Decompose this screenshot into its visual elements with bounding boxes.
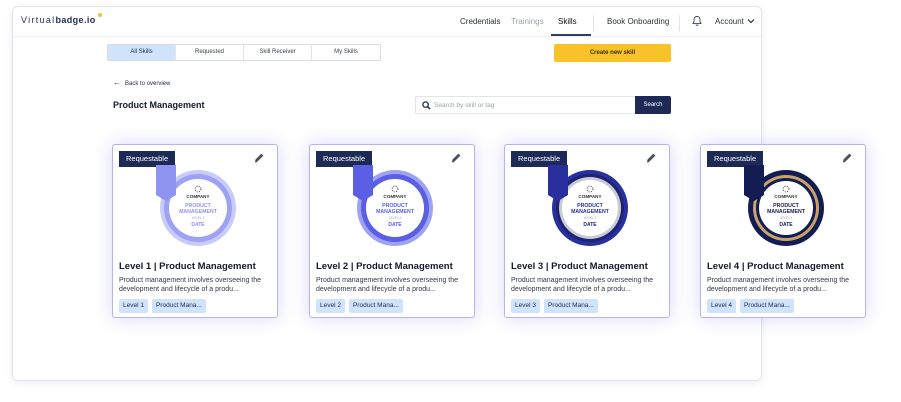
- badge-line-2: MANAGEMENT: [376, 209, 415, 215]
- account-label: Account: [715, 17, 744, 26]
- pencil-icon[interactable]: [253, 152, 265, 164]
- skill-card[interactable]: Requestable COMPANY PRODUCT MANAGEMENT L…: [309, 144, 475, 318]
- page-title: Product Management: [113, 100, 205, 110]
- tab-requested[interactable]: Requested: [176, 45, 244, 60]
- card-title: Level 3 | Product Management: [511, 261, 648, 272]
- badge-line-2: MANAGEMENT: [571, 209, 610, 215]
- arrow-left-icon: ←: [113, 78, 121, 87]
- logo-text-light: Virtual: [21, 15, 56, 25]
- skill-card[interactable]: Requestable COMPANY PRODUCT MANAGEMENT L…: [112, 144, 278, 318]
- nav-skills[interactable]: Skills: [558, 17, 577, 26]
- badge-level: LEVEL 1: [192, 216, 205, 220]
- top-navigation-bar: Virtualbadge.io Credentials Trainings Sk…: [13, 7, 761, 37]
- level-tag[interactable]: Level 3: [511, 299, 540, 313]
- badge-company: COMPANY: [578, 194, 601, 199]
- card-description: Product management involves overseeing t…: [511, 277, 654, 293]
- badge-date: DATE: [583, 222, 597, 228]
- badge-company: COMPANY: [383, 194, 406, 199]
- skill-tag[interactable]: Product Mana...: [151, 299, 206, 313]
- search-input[interactable]: [434, 99, 629, 111]
- level-tag[interactable]: Level 4: [707, 299, 736, 313]
- badge-line-2: MANAGEMENT: [179, 209, 218, 215]
- account-menu[interactable]: Account: [715, 17, 755, 26]
- card-tags: Level 1 Product Mana...: [119, 299, 206, 313]
- nav-divider: [593, 15, 594, 31]
- level-tag[interactable]: Level 1: [119, 299, 148, 313]
- nav-book-onboarding[interactable]: Book Onboarding: [607, 17, 669, 26]
- back-link-label: Back to overview: [125, 81, 171, 87]
- badge-level: LEVEL 2: [389, 216, 402, 220]
- badge-date: DATE: [779, 222, 793, 228]
- skill-tag[interactable]: Product Mana...: [543, 299, 598, 313]
- nav-credentials[interactable]: Credentials: [460, 17, 500, 26]
- tab-all-skills[interactable]: All Skills: [108, 45, 176, 60]
- nav-trainings[interactable]: Trainings: [511, 17, 544, 26]
- skill-badge-image: COMPANY PRODUCT MANAGEMENT LEVEL 3 DATE: [548, 165, 628, 246]
- card-tags: Level 4 Product Mana...: [707, 299, 794, 313]
- card-tags: Level 3 Product Mana...: [511, 299, 598, 313]
- skill-tag[interactable]: Product Mana...: [348, 299, 403, 313]
- pencil-icon[interactable]: [841, 152, 853, 164]
- badge-line-2: MANAGEMENT: [767, 209, 806, 215]
- badge-date: DATE: [191, 222, 205, 228]
- tab-skill-receiver[interactable]: Skill Receiver: [244, 45, 312, 60]
- badge-company: COMPANY: [774, 194, 797, 199]
- nav-divider: [679, 15, 680, 31]
- create-new-skill-button[interactable]: Create new skill: [554, 44, 671, 62]
- skill-card[interactable]: Requestable COMPANY PRODUCT MANAGEMENT L…: [700, 144, 866, 318]
- skill-tag[interactable]: Product Mana...: [739, 299, 794, 313]
- logo-text-bold: badge.io: [55, 15, 96, 25]
- search-icon: [422, 101, 431, 110]
- skill-badge-image: COMPANY PRODUCT MANAGEMENT LEVEL 2 DATE: [353, 165, 433, 246]
- search-button[interactable]: Search: [635, 96, 671, 114]
- pencil-icon[interactable]: [645, 152, 657, 164]
- skill-filter-tabs: All Skills Requested Skill Receiver My S…: [107, 44, 381, 61]
- card-title: Level 4 | Product Management: [707, 261, 844, 272]
- back-to-overview-link[interactable]: ← Back to overview: [113, 78, 170, 87]
- search-box: [415, 96, 635, 114]
- pencil-icon[interactable]: [450, 152, 462, 164]
- skill-card[interactable]: Requestable COMPANY PRODUCT MANAGEMENT L…: [504, 144, 670, 318]
- card-title: Level 2 | Product Management: [316, 261, 453, 272]
- card-description: Product management involves overseeing t…: [707, 277, 850, 293]
- card-description: Product management involves overseeing t…: [316, 277, 459, 293]
- skill-badge-image: COMPANY PRODUCT MANAGEMENT LEVEL 1 DATE: [156, 165, 236, 246]
- bell-icon[interactable]: [692, 15, 702, 27]
- badge-company: COMPANY: [186, 194, 209, 199]
- logo-dot: [97, 13, 102, 17]
- tab-my-skills[interactable]: My Skills: [312, 45, 380, 60]
- level-tag[interactable]: Level 2: [316, 299, 345, 313]
- nav-active-indicator: [551, 34, 591, 36]
- card-description: Product management involves overseeing t…: [119, 277, 262, 293]
- card-title: Level 1 | Product Management: [119, 261, 256, 272]
- badge-level: LEVEL 3: [584, 216, 597, 220]
- badge-level: LEVEL 4: [780, 216, 793, 220]
- card-tags: Level 2 Product Mana...: [316, 299, 403, 313]
- chevron-down-icon: [747, 19, 755, 24]
- logo[interactable]: Virtualbadge.io: [21, 13, 102, 25]
- badge-date: DATE: [388, 222, 402, 228]
- skill-badge-image: COMPANY PRODUCT MANAGEMENT LEVEL 4 DATE: [744, 165, 824, 246]
